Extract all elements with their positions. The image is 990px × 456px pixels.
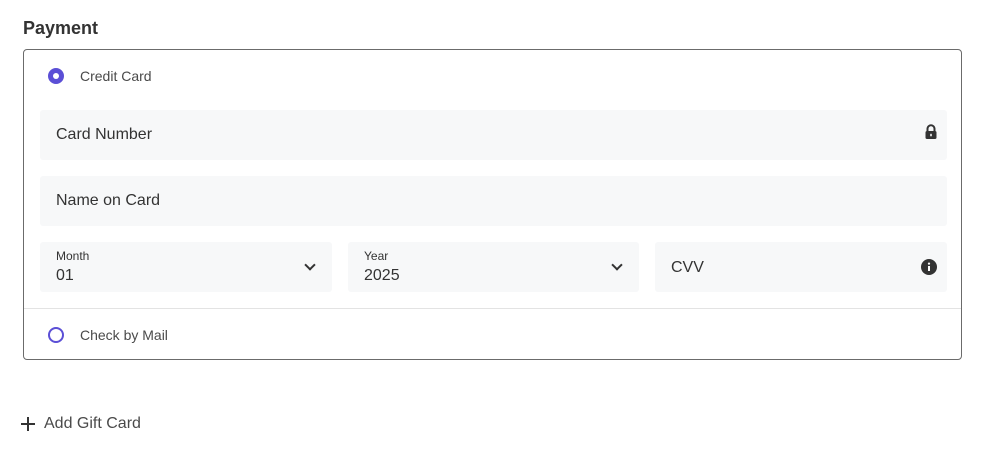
payment-page: Payment Credit Card Card Number Name on … — [0, 0, 990, 456]
year-label: Year — [364, 249, 389, 263]
name-on-card-field[interactable]: Name on Card — [40, 176, 947, 226]
payment-heading: Payment — [23, 18, 99, 38]
chevron-down-icon — [611, 259, 623, 271]
card-number-field[interactable]: Card Number — [40, 110, 947, 160]
chevron-down-icon — [304, 259, 316, 271]
year-select[interactable]: Year 2025 — [348, 242, 639, 292]
cvv-placeholder: CVV — [671, 259, 704, 276]
month-select[interactable]: Month 01 — [40, 242, 332, 292]
add-gift-card-label: Add Gift Card — [44, 415, 141, 432]
payment-option-check-by-mail[interactable]: Check by Mail — [24, 309, 961, 361]
month-value: 01 — [56, 267, 74, 284]
payment-methods-box: Credit Card Card Number Name on Card Mon… — [23, 49, 962, 360]
credit-card-label: Credit Card — [80, 68, 152, 84]
payment-option-credit-card[interactable]: Credit Card — [24, 50, 961, 102]
card-number-placeholder: Card Number — [56, 126, 153, 143]
check-by-mail-label: Check by Mail — [80, 327, 168, 343]
name-on-card-placeholder: Name on Card — [56, 192, 161, 209]
month-label: Month — [56, 249, 90, 263]
lock-icon — [925, 124, 937, 139]
year-value: 2025 — [364, 267, 400, 284]
cvv-field[interactable]: CVV — [655, 242, 947, 292]
credit-card-radio[interactable] — [48, 68, 64, 84]
info-icon[interactable] — [921, 259, 937, 275]
add-gift-card-button[interactable]: Add Gift Card — [21, 412, 141, 436]
check-by-mail-radio[interactable] — [48, 327, 64, 343]
plus-icon — [21, 417, 35, 431]
